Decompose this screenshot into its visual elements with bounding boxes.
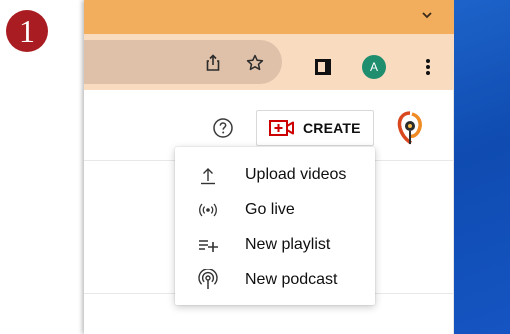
menu-item-label: Upload videos (245, 165, 347, 183)
avatar-letter: A (369, 60, 378, 74)
create-button[interactable]: CREATE (256, 110, 374, 146)
menu-item-label: Go live (245, 200, 295, 218)
create-video-icon (269, 119, 295, 137)
menu-item-upload-videos[interactable]: Upload videos (175, 157, 375, 192)
browser-toolbar: A (84, 34, 454, 90)
menu-item-go-live[interactable]: Go live (175, 192, 375, 227)
desktop-background (454, 0, 510, 334)
side-panel-icon[interactable] (312, 56, 334, 78)
upload-icon (197, 164, 219, 186)
share-icon[interactable] (202, 52, 224, 74)
step-number-badge: 1 (6, 10, 48, 52)
browser-title-bar (84, 0, 454, 34)
menu-item-new-podcast[interactable]: New podcast (175, 262, 375, 297)
chevron-down-icon[interactable] (420, 8, 434, 22)
profile-avatar[interactable]: A (362, 55, 386, 79)
browser-window: A CREATE Upload videos Go live New playl… (84, 0, 510, 334)
address-bar[interactable] (84, 40, 282, 84)
menu-item-label: New podcast (245, 270, 338, 288)
podcast-icon (197, 269, 219, 291)
create-dropdown-menu: Upload videos Go live New playlist New p… (175, 147, 375, 305)
playlist-add-icon (197, 234, 219, 256)
menu-item-label: New playlist (245, 235, 331, 253)
create-button-label: CREATE (303, 120, 361, 136)
studio-page: CREATE Upload videos Go live New playlis… (84, 90, 454, 334)
star-icon[interactable] (244, 52, 266, 74)
menu-item-new-playlist[interactable]: New playlist (175, 227, 375, 262)
channel-logo[interactable] (396, 110, 424, 146)
more-vert-icon[interactable] (418, 56, 438, 78)
step-number: 1 (19, 13, 35, 49)
help-icon[interactable] (212, 117, 234, 139)
live-icon (197, 199, 219, 221)
